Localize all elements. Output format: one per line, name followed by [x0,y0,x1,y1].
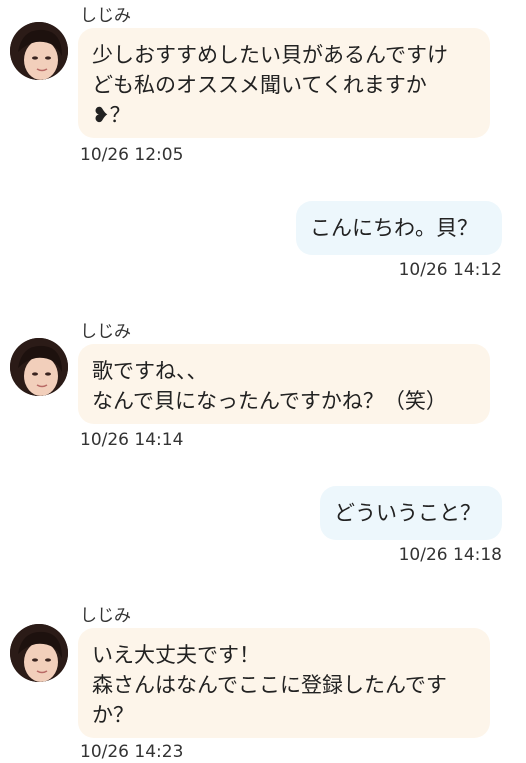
sender-name: しじみ [80,606,131,626]
message-timestamp: 10/26 14:12 [398,260,502,280]
message-timestamp: 10/26 14:18 [398,545,502,565]
avatar-photo-icon [10,338,68,396]
incoming-message-bubble[interactable]: 少しおすすめしたい貝があるんですけ ども私のオススメ聞いてくれますか ❥？ [78,28,490,138]
message-line: か？ [92,703,134,727]
outgoing-message-bubble[interactable]: どういうこと？ [320,486,502,540]
sender-avatar[interactable] [10,338,68,396]
message-line: いえ大丈夫です！ [92,643,260,667]
avatar-photo-icon [10,22,68,80]
message-line: こんにちわ。貝？ [310,216,478,240]
message-timestamp: 10/26 12:05 [80,145,184,165]
message-line: 歌ですね、、 [92,359,208,383]
message-line: なんで貝になったんですかね？（笑） [92,389,447,413]
message-line: 少しおすすめしたい貝があるんですけ [92,43,448,67]
message-line: 森さんはなんでここに登録したんです [92,673,447,697]
sender-avatar[interactable] [10,22,68,80]
message-line: どういうこと？ [334,501,481,525]
message-timestamp: 10/26 14:23 [80,742,184,762]
sender-name: しじみ [80,6,131,26]
avatar-photo-icon [10,624,68,682]
sender-name: しじみ [80,322,131,342]
message-timestamp: 10/26 14:14 [80,430,184,450]
incoming-message-bubble[interactable]: 歌ですね、、 なんで貝になったんですかね？（笑） [78,344,490,424]
sender-avatar[interactable] [10,624,68,682]
message-line: ども私のオススメ聞いてくれますか [92,73,427,97]
message-line: ❥？ [92,103,131,127]
outgoing-message-bubble[interactable]: こんにちわ。貝？ [296,201,502,255]
incoming-message-bubble[interactable]: いえ大丈夫です！ 森さんはなんでここに登録したんです か？ [78,628,490,738]
